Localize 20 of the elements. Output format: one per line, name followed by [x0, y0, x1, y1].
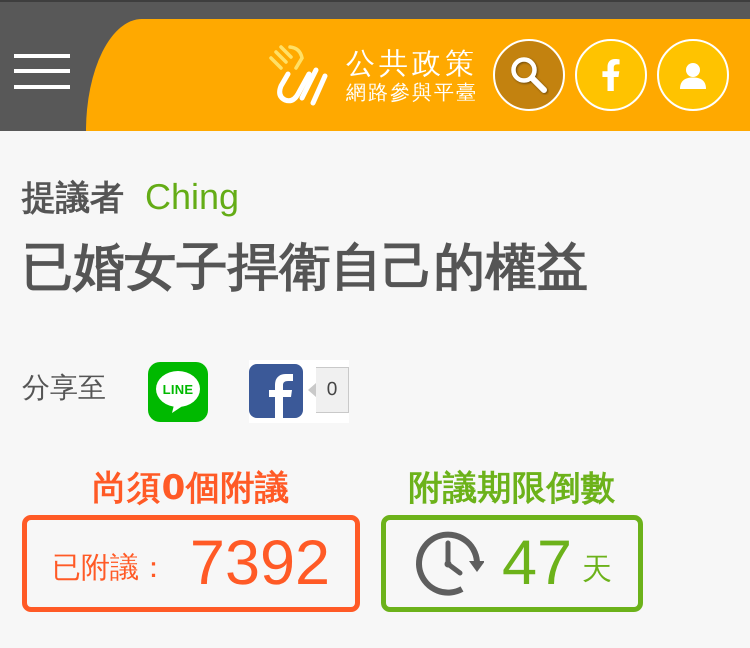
search-icon — [509, 55, 549, 95]
logo-title: 公共政策 — [346, 46, 478, 80]
signature-count: 7392 — [190, 532, 330, 595]
user-icon — [679, 61, 707, 89]
logo-subtitle: 網路參與平臺 — [346, 80, 478, 104]
proposer-name: Ching — [145, 177, 240, 217]
menu-icon — [14, 54, 70, 90]
proposal-title: 已婚女子捍衛自己的權益 — [22, 238, 590, 298]
days-remaining: 47 — [502, 532, 572, 595]
facebook-icon — [249, 364, 303, 418]
menu-button[interactable] — [14, 54, 70, 90]
days-unit: 天 — [582, 551, 612, 589]
logo-icon — [268, 44, 328, 106]
facebook-share-button[interactable]: 0 — [249, 360, 349, 423]
share-label: 分享至 — [22, 370, 106, 404]
proposer-label: 提議者 — [22, 178, 124, 218]
share-count: 0 — [308, 367, 349, 413]
signature-label: 已附議： — [52, 548, 168, 586]
signatures-needed-heading: 尚須0個附議 — [92, 468, 290, 508]
countdown-heading: 附議期限倒數 — [408, 468, 616, 508]
